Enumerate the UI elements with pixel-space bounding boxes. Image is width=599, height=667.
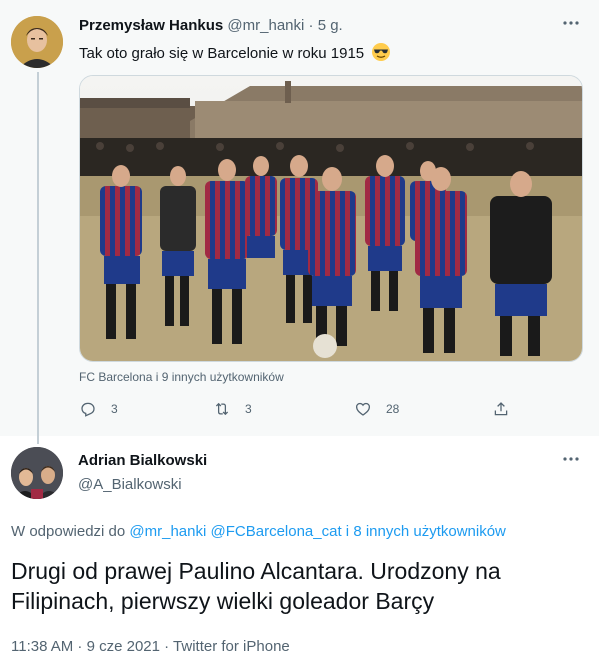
others-link[interactable]: 8 innych użytkowników (353, 523, 506, 540)
reply-author-avatar[interactable] (11, 447, 63, 499)
author-name[interactable]: Przemysław Hankus (79, 17, 223, 34)
reply-button[interactable]: 3 (79, 400, 118, 418)
tweet-photo[interactable] (79, 75, 583, 362)
author-avatar[interactable] (11, 16, 63, 68)
reply-author-handle[interactable]: @A_Bialkowski (78, 476, 182, 493)
tweet-time[interactable]: 5 g. (318, 17, 343, 34)
tweet-text-content: Tak oto grało się w Barcelonie w roku 19… (79, 45, 365, 62)
sunglasses-emoji-icon (371, 42, 391, 66)
reply-tweet-text: Drugi od prawej Paulino Alcantara. Urodz… (11, 558, 501, 614)
parent-author-line: Przemysław Hankus @mr_hanki · 5 g. (79, 17, 343, 34)
share-icon (494, 402, 508, 416)
retweet-button[interactable]: 3 (213, 400, 252, 418)
replying-to-line: W odpowiedzi do @mr_hanki @FCBarcelona_c… (11, 523, 506, 540)
like-count: 28 (386, 402, 400, 416)
author-handle[interactable]: @mr_hanki (227, 17, 304, 34)
retweet-icon (215, 402, 229, 416)
more-options-icon[interactable] (562, 14, 580, 37)
heart-icon (355, 402, 371, 416)
tweet-metadata[interactable]: 11:38 AM · 9 cze 2021 · Twitter for iPho… (11, 638, 290, 655)
replying-to-conjunction: i (345, 523, 350, 540)
tagged-users[interactable]: FC Barcelona i 9 innych użytkowników (79, 370, 284, 384)
reply-icon (81, 402, 95, 417)
like-button[interactable]: 28 (354, 400, 399, 418)
share-button[interactable] (492, 400, 510, 418)
reply-author-name[interactable]: Adrian Bialkowski (78, 452, 207, 469)
mention-link[interactable]: @mr_hanki (129, 523, 206, 540)
thread-connector-line (37, 72, 39, 444)
reply-count: 3 (111, 402, 118, 416)
replying-to-prefix: W odpowiedzi do (11, 523, 126, 540)
retweet-count: 3 (245, 402, 252, 416)
separator-dot: · (308, 17, 314, 34)
more-options-icon[interactable] (562, 450, 580, 473)
parent-tweet-text: Tak oto grało się w Barcelonie w roku 19… (79, 42, 391, 66)
mention-link[interactable]: @FCBarcelona_cat (211, 523, 342, 540)
